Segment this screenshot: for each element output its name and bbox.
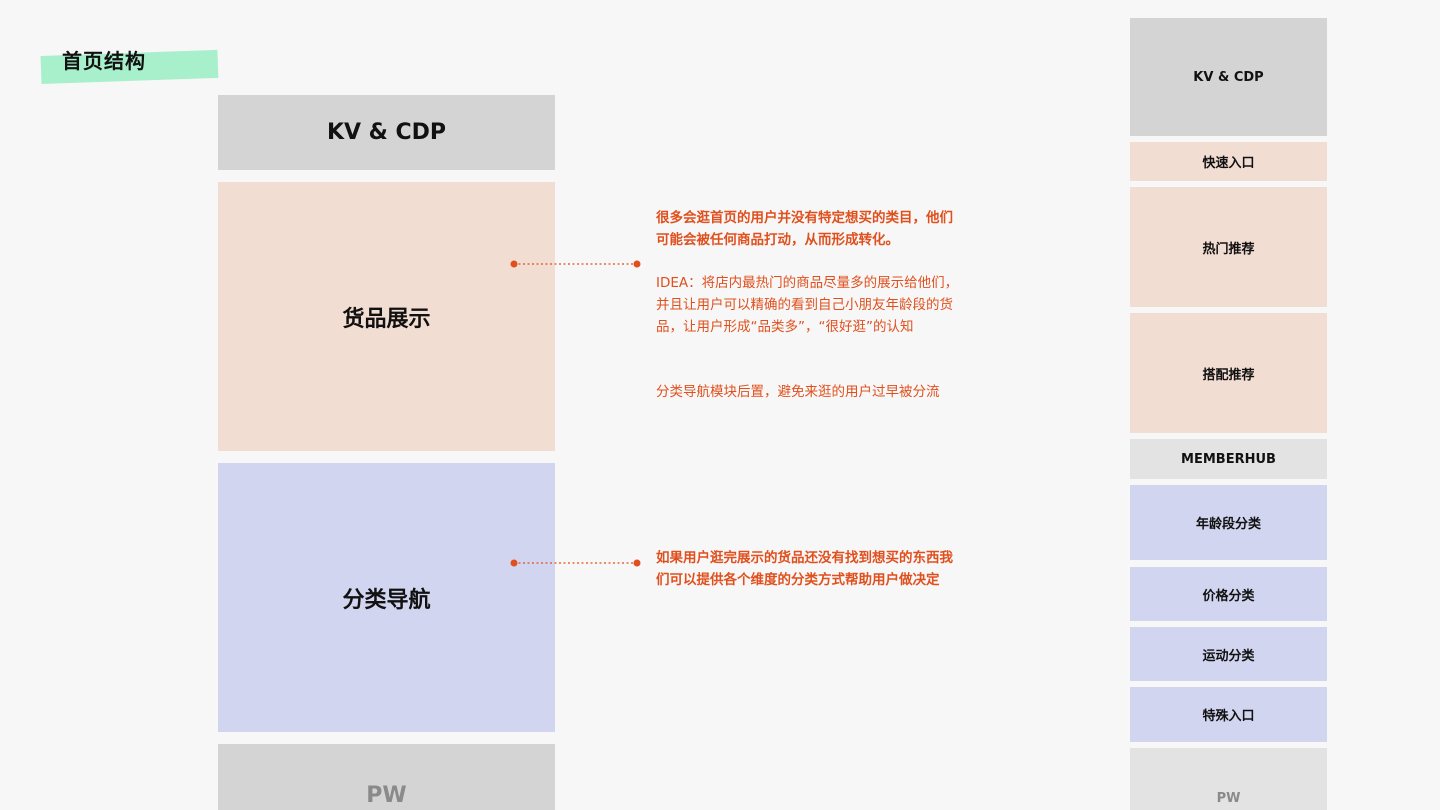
page-title-group: 首页结构 bbox=[40, 40, 220, 90]
main-category-label: 分类导航 bbox=[342, 587, 431, 613]
side-quick-entry-block: 快速入口 bbox=[1130, 142, 1327, 181]
side-price-category-label: 价格分类 bbox=[1202, 588, 1255, 604]
note-goods-idea: IDEA：将店内最热门的商品尽量多的展示给他们，并且让用户可以精确的看到自己小朋… bbox=[656, 275, 959, 335]
side-sport-category-label: 运动分类 bbox=[1202, 648, 1255, 664]
main-kv-label: KV & CDP bbox=[326, 120, 447, 145]
side-kv-label: KV & CDP bbox=[1193, 69, 1264, 85]
side-match-recommend-label: 搭配推荐 bbox=[1202, 367, 1255, 383]
side-memberhub-label: MEMBERHUB bbox=[1181, 451, 1276, 467]
side-sport-category-block: 运动分类 bbox=[1130, 627, 1327, 681]
side-kv-block: KV & CDP bbox=[1130, 18, 1327, 136]
main-pw-block: PW bbox=[218, 744, 555, 810]
side-hot-recommend-label: 热门推荐 bbox=[1202, 241, 1255, 257]
main-pw-label: PW bbox=[366, 783, 407, 808]
side-hot-recommend-block: 热门推荐 bbox=[1130, 187, 1327, 307]
note-category-heading: 如果用户逛完展示的货品还没有找到想买的东西我们可以提供各个维度的分类方式帮助用户… bbox=[656, 550, 953, 588]
note-goods-heading: 很多会逛首页的用户并没有特定想买的类目，他们可能会被任何商品打动，从而形成转化。 bbox=[656, 210, 953, 248]
side-pw-block: PW bbox=[1130, 748, 1327, 810]
page-title: 首页结构 bbox=[62, 49, 146, 73]
side-quick-entry-label: 快速入口 bbox=[1202, 156, 1255, 171]
side-price-category-block: 价格分类 bbox=[1130, 567, 1327, 621]
side-special-entry-label: 特殊入口 bbox=[1202, 709, 1255, 724]
main-category-block: 分类导航 bbox=[218, 463, 555, 732]
main-goods-label: 货品展示 bbox=[342, 306, 431, 332]
side-age-category-block: 年龄段分类 bbox=[1130, 485, 1327, 560]
side-pw-label: PW bbox=[1216, 791, 1241, 806]
main-goods-block: 货品展示 bbox=[218, 182, 555, 451]
side-memberhub-block: MEMBERHUB bbox=[1130, 439, 1327, 479]
main-kv-block: KV & CDP bbox=[218, 95, 555, 170]
note-goods-nav: 分类导航模块后置，避免来逛的用户过早被分流 bbox=[656, 384, 940, 400]
side-age-category-label: 年龄段分类 bbox=[1195, 517, 1261, 532]
side-match-recommend-block: 搭配推荐 bbox=[1130, 313, 1327, 433]
side-special-entry-block: 特殊入口 bbox=[1130, 687, 1327, 742]
